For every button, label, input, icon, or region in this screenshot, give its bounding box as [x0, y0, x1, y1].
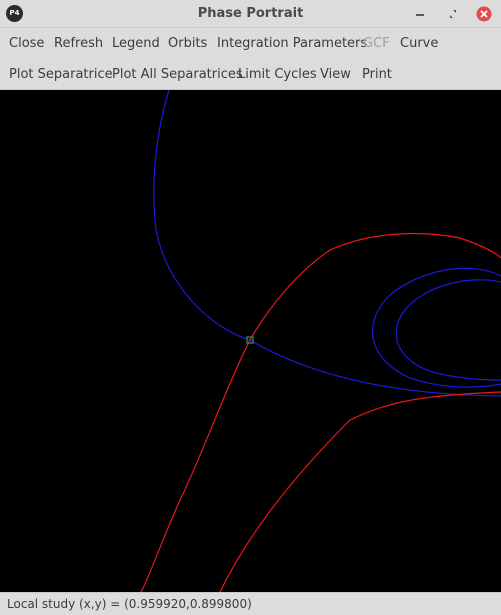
menu-view[interactable]: View [320, 59, 351, 90]
menu-print[interactable]: Print [362, 59, 392, 90]
close-window-icon[interactable] [476, 6, 492, 22]
phase-portrait-plot [140, 90, 501, 592]
blue-cycle-outer [372, 267, 501, 388]
menu-bar-primary: Close Refresh Legend Orbits Integration … [0, 28, 501, 59]
blue-cycle-inner [395, 279, 501, 381]
menu-bar-secondary: Plot Separatrice Plot All Separatrices L… [0, 59, 501, 90]
restore-icon[interactable] [445, 6, 461, 22]
menu-gcf: GCF [363, 36, 390, 51]
menu-plot-separatrice[interactable]: Plot Separatrice [9, 59, 113, 90]
menu-limit-cycles[interactable]: Limit Cycles [238, 59, 317, 90]
phase-portrait-canvas[interactable] [0, 90, 501, 592]
menu-legend[interactable]: Legend [112, 28, 160, 59]
menu-orbits[interactable]: Orbits [168, 28, 207, 59]
blue-separatrix-curve [153, 90, 501, 397]
title-bar: P4 Phase Portrait [0, 0, 501, 28]
menu-close[interactable]: Close [9, 28, 44, 59]
status-coordinates: (x,y) = (0.959920,0.899800) [79, 597, 252, 611]
minimize-icon[interactable] [412, 6, 428, 22]
menu-refresh[interactable]: Refresh [54, 28, 103, 59]
red-orbit-lower-right [219, 391, 501, 592]
status-bar: Local study (x,y) = (0.959920,0.899800) [0, 592, 501, 615]
red-separatrix-upper [249, 232, 501, 341]
red-separatrix-lower [140, 339, 251, 592]
menu-integration-parameters[interactable]: Integration Parameters [217, 28, 367, 59]
status-mode-label: Local study [7, 597, 76, 611]
menu-curve[interactable]: Curve [400, 28, 438, 59]
menu-plot-all-separatrices[interactable]: Plot All Separatrices [112, 59, 243, 90]
